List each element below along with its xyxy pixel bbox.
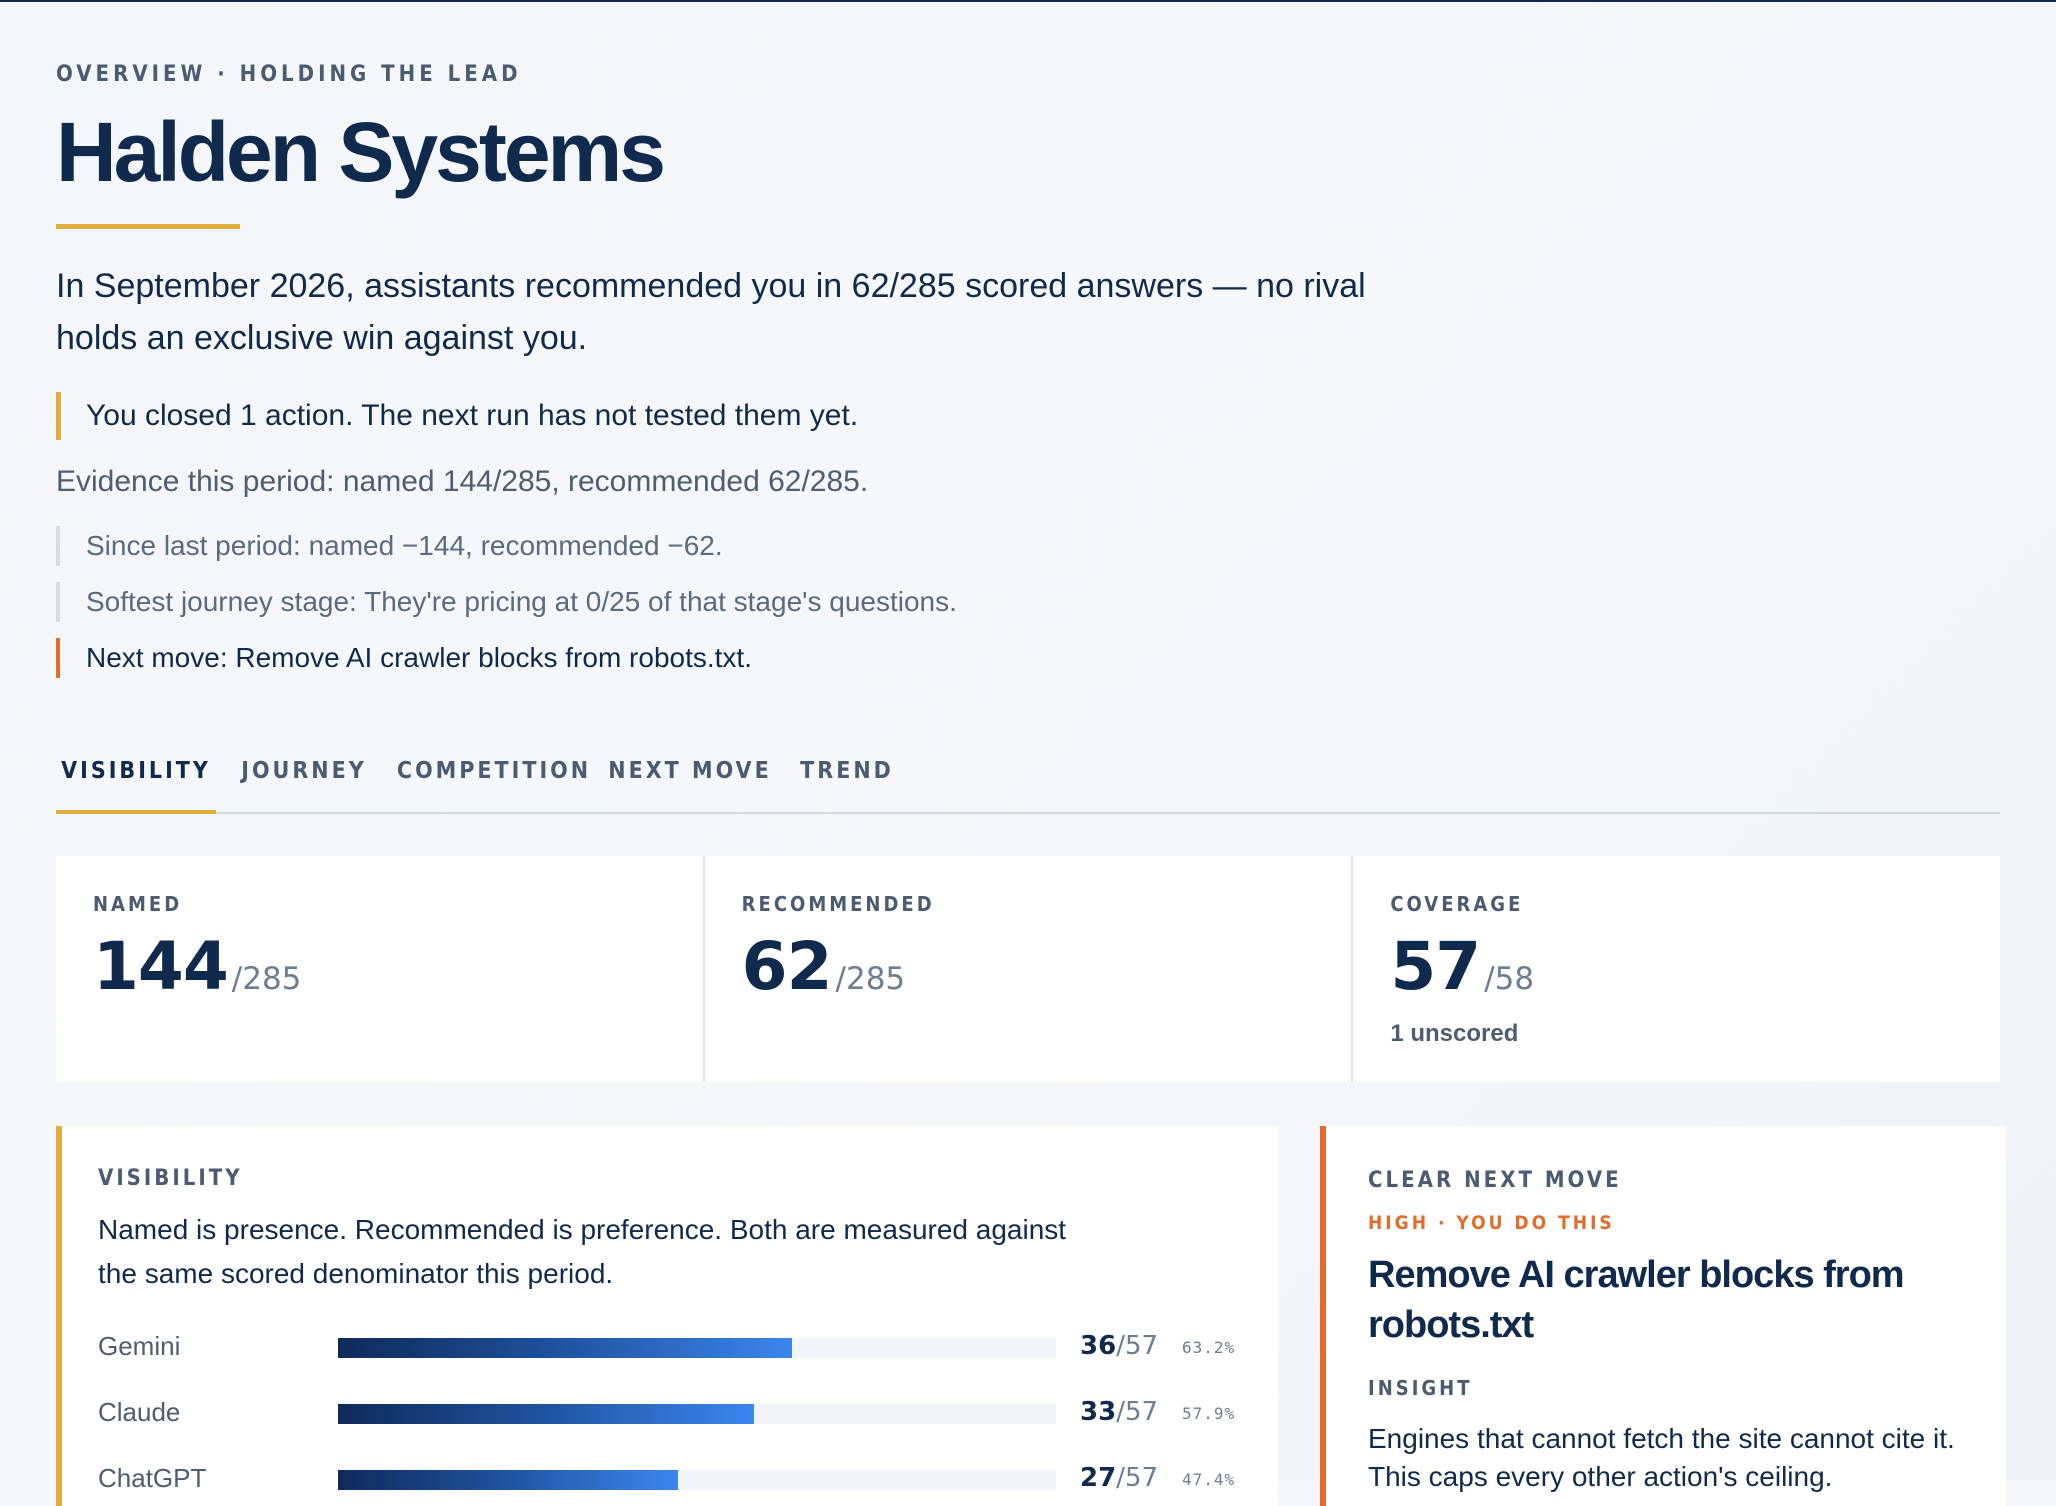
visibility-panel: VISIBILITY Named is presence. Recommende… xyxy=(56,1126,1278,1506)
bar-fill xyxy=(338,1404,754,1424)
engine-name: ChatGPT xyxy=(98,1463,207,1493)
bar-count: 27/57 xyxy=(1080,1463,1159,1493)
panel-eyebrow: VISIBILITY xyxy=(98,1166,243,1191)
title-underline xyxy=(56,224,240,229)
engine-bar-row: Gemini 36/57 63.2% xyxy=(98,1326,1258,1366)
tab-visibility[interactable]: VISIBILITY xyxy=(56,752,216,814)
panel-description: Named is presence. Recommended is prefer… xyxy=(98,1214,1067,1289)
next-move-title[interactable]: Remove AI crawler blocks from robots.txt xyxy=(1368,1250,1978,1350)
stat-coverage: COVERAGE 57/58 1 unscored xyxy=(1353,856,2000,1082)
tab-next-move[interactable]: NEXT MOVE xyxy=(596,752,784,810)
insight-label: INSIGHT xyxy=(1368,1376,1473,1400)
note-softest-stage: Softest journey stage: They're pricing a… xyxy=(56,582,957,622)
stat-denominator: /285 xyxy=(835,961,906,997)
stat-number: 62 xyxy=(741,928,833,1005)
priority-label: HIGH · YOU DO THIS xyxy=(1368,1212,1615,1234)
bar-count: 36/57 xyxy=(1080,1331,1159,1361)
page-title: Halden Systems xyxy=(56,105,666,199)
stat-cards: NAMED 144/285 RECOMMENDED 62/285 COVERAG… xyxy=(56,856,2000,1082)
evidence-line: Evidence this period: named 144/285, rec… xyxy=(56,465,869,498)
stat-value: 57/58 xyxy=(1390,928,1534,1005)
stat-value: 62/285 xyxy=(742,928,905,1005)
bar-percent: 47.4% xyxy=(1182,1470,1236,1489)
note-since-last-period: Since last period: named −144, recommend… xyxy=(56,526,957,566)
stat-label: NAMED xyxy=(93,892,183,916)
bar-track xyxy=(338,1470,1056,1490)
panel-eyebrow: CLEAR NEXT MOVE xyxy=(1368,1168,1622,1193)
bar-percent: 63.2% xyxy=(1182,1338,1236,1357)
tab-bar: VISIBILITY JOURNEY COMPETITION NEXT MOVE… xyxy=(56,752,2000,814)
tab-competition[interactable]: COMPETITION xyxy=(394,752,594,810)
stat-label: COVERAGE xyxy=(1390,892,1524,916)
bar-count: 33/57 xyxy=(1080,1397,1159,1427)
period-notes: Since last period: named −144, recommend… xyxy=(56,526,957,694)
stat-denominator: /58 xyxy=(1484,961,1535,997)
stat-named: NAMED 144/285 xyxy=(56,856,705,1082)
insight-text: Engines that cannot fetch the site canno… xyxy=(1368,1423,1955,1492)
engine-bar-row: Claude 33/57 57.9% xyxy=(98,1392,1258,1432)
page-eyebrow: OVERVIEW · HOLDING THE LEAD xyxy=(56,62,522,87)
tab-trend[interactable]: TREND xyxy=(768,752,926,810)
stat-recommended: RECOMMENDED 62/285 xyxy=(705,856,1354,1082)
stat-denominator: /285 xyxy=(231,961,302,997)
next-move-panel: CLEAR NEXT MOVE HIGH · YOU DO THIS Remov… xyxy=(1320,1126,2006,1506)
engine-name: Claude xyxy=(98,1397,181,1427)
engine-name: Gemini xyxy=(98,1331,181,1361)
summary-lede: In September 2026, assistants recommende… xyxy=(56,267,1366,357)
bar-percent: 57.9% xyxy=(1182,1404,1236,1423)
stat-number: 57 xyxy=(1390,928,1481,1005)
stat-subtext: 1 unscored xyxy=(1390,1020,1519,1047)
stat-number: 144 xyxy=(93,928,229,1005)
engine-bar-row: ChatGPT 27/57 47.4% xyxy=(98,1458,1258,1498)
actions-callout: You closed 1 action. The next run has no… xyxy=(56,392,858,440)
tab-journey[interactable]: JOURNEY xyxy=(228,752,380,810)
bar-fill xyxy=(338,1338,792,1358)
bar-track xyxy=(338,1404,1056,1424)
stat-label: RECOMMENDED xyxy=(741,892,935,916)
stat-value: 144/285 xyxy=(93,928,301,1005)
note-next-move: Next move: Remove AI crawler blocks from… xyxy=(56,638,957,678)
bar-track xyxy=(338,1338,1056,1358)
bar-fill xyxy=(338,1470,679,1490)
